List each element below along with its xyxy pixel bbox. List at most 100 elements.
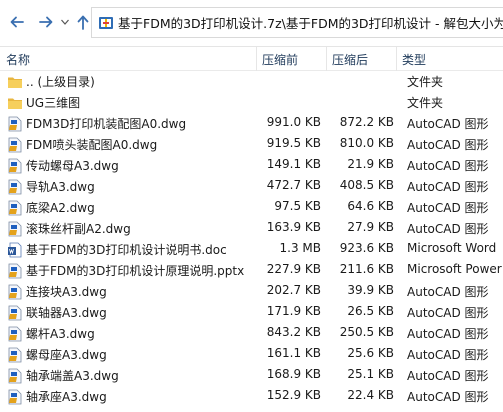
column-header: 名称 压缩前 压缩后 类型 — [0, 47, 503, 71]
file-compressed-size: 64.6 KB — [347, 199, 394, 213]
file-name: 螺母座A3.dwg — [26, 348, 107, 362]
folder-icon — [7, 95, 23, 111]
file-type: AutoCAD 图形 — [407, 180, 489, 194]
file-type: AutoCAD 图形 — [407, 348, 489, 362]
column-divider[interactable] — [396, 47, 397, 71]
list-item[interactable]: 底梁A2.dwg 97.5 KB 64.6 KB AutoCAD 图形 — [0, 197, 503, 218]
list-item[interactable]: 螺杆A3.dwg 843.2 KB 250.5 KB AutoCAD 图形 — [0, 323, 503, 344]
list-item[interactable]: 连接块A3.dwg 202.7 KB 39.9 KB AutoCAD 图形 — [0, 281, 503, 302]
file-size: 152.9 KB — [266, 388, 321, 402]
file-list: .. (上级目录) 文件夹 UG三维图 文件夹 FDM3D打印机装配图A0.dwg 991… — [0, 71, 503, 412]
file-type: Microsoft Power — [407, 262, 502, 276]
arrow-up-icon — [77, 15, 89, 30]
list-item[interactable]: 滚珠丝杆副A2.dwg 163.9 KB 27.9 KB AutoCAD 图形 — [0, 218, 503, 239]
file-size: 97.5 KB — [274, 199, 321, 213]
dwg-file-icon — [7, 200, 23, 216]
column-compressed[interactable]: 压缩后 — [332, 51, 368, 68]
file-name: 传动螺母A3.dwg — [26, 159, 119, 173]
file-compressed-size: 27.9 KB — [347, 220, 394, 234]
column-type[interactable]: 类型 — [402, 51, 426, 68]
file-compressed-size: 22.4 KB — [347, 388, 394, 402]
file-compressed-size: 250.5 KB — [339, 325, 394, 339]
powerpoint-file-icon — [7, 263, 23, 279]
address-path: 基于FDM的3D打印机设计.7z\基于FDM的3D打印机设计 - 解包大小为 8… — [118, 16, 503, 31]
file-size: 227.9 KB — [266, 262, 321, 276]
file-compressed-size: 39.9 KB — [347, 283, 394, 297]
list-item[interactable]: 螺母座A3.dwg 161.1 KB 25.6 KB AutoCAD 图形 — [0, 344, 503, 365]
arrow-left-icon — [10, 16, 24, 28]
file-type: AutoCAD 图形 — [407, 369, 489, 383]
file-size: 171.9 KB — [266, 304, 321, 318]
file-type: AutoCAD 图形 — [407, 117, 489, 131]
address-bar[interactable]: 基于FDM的3D打印机设计.7z\基于FDM的3D打印机设计 - 解包大小为 8… — [91, 7, 503, 38]
file-type: AutoCAD 图形 — [407, 327, 489, 341]
arrow-right-icon — [39, 16, 53, 28]
file-size: 843.2 KB — [266, 325, 321, 339]
file-size: 149.1 KB — [266, 157, 321, 171]
file-compressed-size: 211.6 KB — [339, 262, 394, 276]
dwg-file-icon — [7, 221, 23, 237]
dwg-file-icon — [7, 284, 23, 300]
column-divider[interactable] — [326, 47, 327, 71]
file-name: 底梁A2.dwg — [26, 201, 95, 215]
file-size: 991.0 KB — [266, 115, 321, 129]
up-button[interactable] — [74, 13, 92, 31]
history-dropdown-button[interactable] — [60, 13, 70, 31]
dwg-file-icon — [7, 137, 23, 153]
column-divider[interactable] — [256, 47, 257, 71]
file-type: AutoCAD 图形 — [407, 390, 489, 404]
file-name: 基于FDM的3D打印机设计原理说明.pptx — [26, 264, 245, 278]
file-name: 基于FDM的3D打印机设计说明书.doc — [26, 243, 227, 257]
file-name: 螺杆A3.dwg — [26, 327, 95, 341]
list-item[interactable]: 联轴器A3.dwg 171.9 KB 26.5 KB AutoCAD 图形 — [0, 302, 503, 323]
dwg-file-icon — [7, 326, 23, 342]
column-name[interactable]: 名称 — [6, 51, 30, 68]
file-name: 轴承座A3.dwg — [26, 390, 107, 404]
file-type: Microsoft Word — [407, 241, 497, 255]
list-item[interactable]: 轴承端盖A3.dwg 168.9 KB 25.1 KB AutoCAD 图形 — [0, 365, 503, 386]
file-size: 161.1 KB — [266, 346, 321, 360]
file-name: 连接块A3.dwg — [26, 285, 107, 299]
archive-icon — [99, 16, 113, 29]
forward-button[interactable] — [37, 13, 55, 31]
file-size: 919.5 KB — [266, 136, 321, 150]
file-compressed-size: 923.6 KB — [339, 241, 394, 255]
list-item[interactable]: 传动螺母A3.dwg 149.1 KB 21.9 KB AutoCAD 图形 — [0, 155, 503, 176]
list-item[interactable]: .. (上级目录) 文件夹 — [0, 71, 503, 92]
file-compressed-size: 25.6 KB — [347, 346, 394, 360]
list-item[interactable]: 导轨A3.dwg 472.7 KB 408.5 KB AutoCAD 图形 — [0, 176, 503, 197]
dwg-file-icon — [7, 305, 23, 321]
file-size: 472.7 KB — [266, 178, 321, 192]
list-item[interactable]: 轴承座A3.dwg 152.9 KB 22.4 KB AutoCAD 图形 — [0, 386, 503, 407]
file-size: 163.9 KB — [266, 220, 321, 234]
file-size: 168.9 KB — [266, 367, 321, 381]
dwg-file-icon — [7, 179, 23, 195]
file-type: AutoCAD 图形 — [407, 138, 489, 152]
file-compressed-size: 408.5 KB — [339, 178, 394, 192]
list-item[interactable]: FDM喷头装配图A0.dwg 919.5 KB 810.0 KB AutoCAD 图形 — [0, 134, 503, 155]
dwg-file-icon — [7, 116, 23, 132]
list-item[interactable]: FDM3D打印机装配图A0.dwg 991.0 KB 872.2 KB AutoCAD… — [0, 113, 503, 134]
file-size: 202.7 KB — [266, 283, 321, 297]
list-item[interactable]: 基于FDM的3D打印机设计原理说明.pptx 227.9 KB 211.6 KB Mi… — [0, 260, 503, 281]
chevron-down-icon — [61, 19, 69, 25]
file-name: 导轨A3.dwg — [26, 180, 95, 194]
file-type: 文件夹 — [407, 75, 444, 89]
file-type: AutoCAD 图形 — [407, 285, 489, 299]
folder-icon — [7, 74, 23, 90]
dwg-file-icon — [7, 347, 23, 363]
list-item[interactable]: UG三维图 文件夹 — [0, 92, 503, 113]
word-file-icon — [7, 242, 23, 258]
list-item[interactable]: 基于FDM的3D打印机设计说明书.doc 1.3 MB 923.6 KB Micros… — [0, 239, 503, 260]
dwg-file-icon — [7, 368, 23, 384]
file-type: AutoCAD 图形 — [407, 201, 489, 215]
file-type: AutoCAD 图形 — [407, 159, 489, 173]
file-type: AutoCAD 图形 — [407, 306, 489, 320]
back-button[interactable] — [8, 13, 26, 31]
file-compressed-size: 26.5 KB — [347, 304, 394, 318]
toolbar: 基于FDM的3D打印机设计.7z\基于FDM的3D打印机设计 - 解包大小为 8… — [0, 0, 503, 47]
file-name: FDM喷头装配图A0.dwg — [26, 138, 158, 152]
file-compressed-size: 21.9 KB — [347, 157, 394, 171]
file-size: 1.3 MB — [279, 241, 321, 255]
column-size[interactable]: 压缩前 — [262, 51, 298, 68]
